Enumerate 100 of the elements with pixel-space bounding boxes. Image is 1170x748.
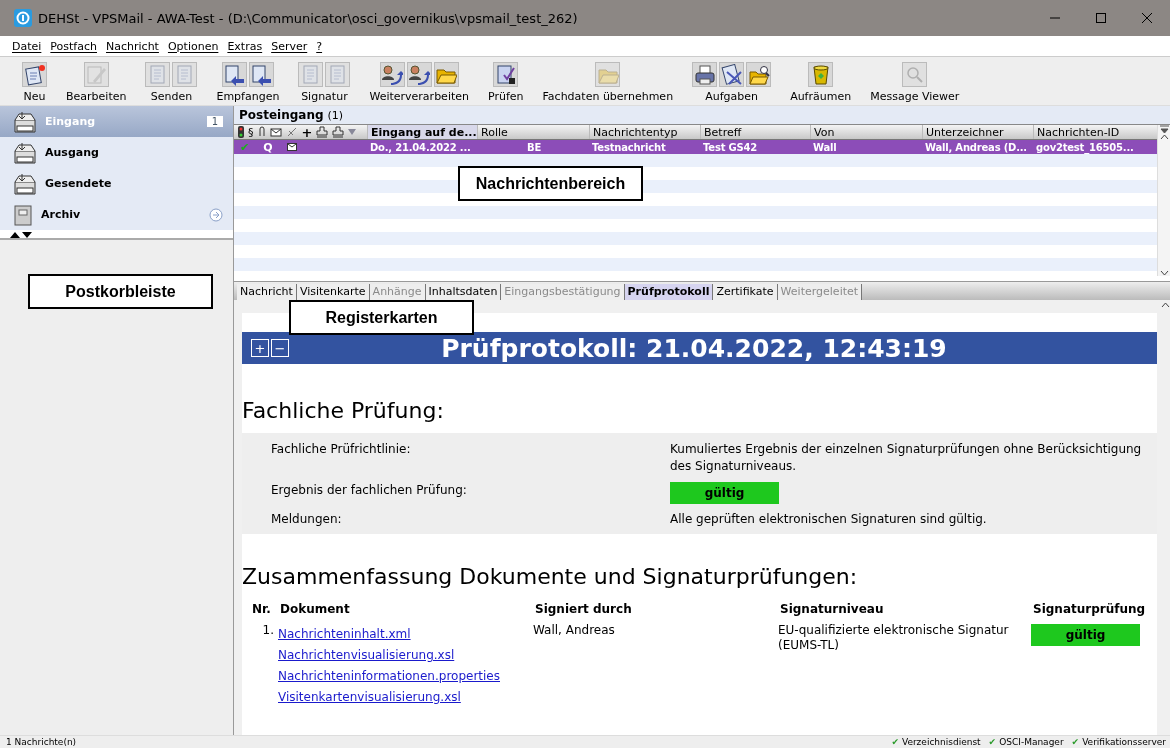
table-cell-text: gov2test_16505...	[1035, 140, 1135, 154]
mailbox-label: Ausgang	[45, 146, 99, 159]
printer-icon[interactable]	[693, 63, 716, 86]
toolbar-label: Aufgaben	[705, 90, 759, 103]
tab[interactable]: Inhaltsdaten	[425, 284, 502, 300]
scroll-down-icon[interactable]	[1159, 270, 1169, 276]
table-cell-text: Testnachricht	[591, 140, 667, 154]
new-document-icon[interactable]	[23, 63, 46, 86]
field-label: Ergebnis der fachlichen Prüfung:	[271, 482, 468, 499]
result-status: gültig	[1031, 624, 1140, 646]
column-header[interactable]: Rolle	[477, 125, 589, 139]
column-header[interactable]: Unterzeichner	[922, 125, 1033, 139]
tab[interactable]: Nachricht	[237, 284, 297, 300]
folder-magnifier-icon[interactable]	[747, 63, 770, 86]
column-label: +	[301, 124, 313, 140]
table-cell-text: BE	[526, 140, 543, 154]
document-cross-icon[interactable]	[720, 63, 743, 86]
mailbox-label: Eingang	[45, 115, 96, 128]
paperclip-icon	[257, 126, 266, 138]
document-arrow-icon[interactable]	[250, 63, 273, 86]
field-label: Fachliche Prüfrichtlinie:	[271, 441, 412, 458]
table-cell-text: Wall, Andreas (D...	[924, 140, 1028, 154]
service-status: OSCI-Manager	[999, 737, 1064, 747]
document-link[interactable]: Nachrichtenvisualisierung.xsl	[278, 645, 533, 666]
sort-arrow-icon[interactable]	[348, 129, 357, 135]
maximize-icon[interactable]	[1095, 12, 1107, 24]
person-arrow-icon[interactable]	[381, 63, 404, 86]
mailbox-label: Gesendete	[45, 177, 112, 190]
menu-item[interactable]: Server	[271, 39, 308, 53]
arrow-circle-icon[interactable]	[209, 207, 223, 222]
status-text: 1 Nachrichte(n)	[6, 737, 77, 747]
tab[interactable]: Prüfprotokoll	[624, 284, 714, 300]
tab[interactable]: Zertifikate	[713, 284, 778, 300]
column-header[interactable]: Betreff	[700, 125, 810, 139]
toolbar-label: Message Viewer	[870, 90, 960, 103]
document-link[interactable]: Nachrichteninformationen.properties	[278, 666, 533, 687]
document-arrow-icon[interactable]	[223, 63, 246, 86]
close-icon[interactable]	[1141, 12, 1153, 24]
menu-item[interactable]: Extras	[227, 39, 263, 53]
table-cell-text: EU-qualifizierte elektronische Signatur (EUMS-TL)	[778, 622, 1010, 654]
service-status: Verifikationsserver	[1082, 737, 1166, 747]
document-link[interactable]: Visitenkartenvisualisierung.xsl	[278, 687, 533, 708]
expand-button[interactable]: +	[251, 339, 269, 357]
column-header[interactable]: Eingang auf de...	[367, 125, 477, 139]
scroll-up-icon[interactable]	[1159, 134, 1169, 140]
stamp-icon	[316, 126, 329, 138]
scroll-up-icon[interactable]	[1160, 302, 1170, 308]
column-header[interactable]: Von	[810, 125, 922, 139]
mailbox-item[interactable]: Eingang 1	[0, 106, 233, 137]
toolbar-label: Bearbeiten	[66, 90, 127, 103]
column-header: Dokument	[279, 601, 351, 618]
toolbar-label: Fachdaten übernehmen	[542, 90, 674, 103]
column-header: Signiert durch	[534, 601, 633, 618]
column-header[interactable]: Nachrichtentyp	[589, 125, 700, 139]
field-value: Alle geprüften elektronischen Signaturen sind gültig.	[670, 511, 988, 528]
collapse-button[interactable]: −	[271, 339, 289, 357]
field-label: Meldungen:	[271, 511, 343, 528]
toolbar-label: Weiterverarbeiten	[369, 90, 469, 103]
status-check: ✔	[240, 140, 250, 154]
toolbar-label: Signatur	[301, 90, 348, 103]
mailbox-item[interactable]: Ausgang	[0, 137, 233, 168]
envelope-icon	[269, 127, 282, 137]
column-label: §	[248, 125, 254, 139]
inbox-title: Posteingang	[239, 108, 324, 122]
result-status: gültig	[670, 482, 779, 504]
callout-label: Postkorbleiste	[28, 274, 213, 309]
table-cell-text: Test GS42	[702, 140, 758, 154]
menu-item[interactable]: ?	[316, 39, 323, 53]
check-document-icon[interactable]	[494, 63, 517, 86]
cabinet-icon	[12, 203, 34, 226]
toolbar-label: Aufräumen	[790, 90, 852, 103]
menu-item[interactable]: Nachricht	[106, 39, 159, 53]
status-check: ✔	[988, 737, 997, 747]
column-header[interactable]: Nachrichten-ID	[1033, 125, 1155, 139]
menu-item[interactable]: Datei	[12, 39, 42, 53]
window-title: DEHSt - VPSMail - AWA-Test - (D:\Communicator\osci_governikus\vpsmail_test_262)	[38, 10, 578, 26]
menu-item[interactable]: Optionen	[167, 39, 219, 53]
row-number: 1.	[261, 622, 275, 639]
traffic-light-icon	[238, 126, 244, 138]
up-down-arrows-icon[interactable]	[10, 230, 32, 238]
column-header: Signaturniveau	[779, 601, 885, 618]
field-value: Kumuliertes Ergebnis der einzelnen Signaturprüfungen ohne Berücksichtigung des Signaturniveaus.	[670, 441, 1143, 475]
mailbox-label: Archiv	[41, 208, 81, 221]
column-header: Nr.	[251, 601, 272, 618]
mailbox-item[interactable]: Archiv	[0, 199, 233, 230]
message-row[interactable]: ✔ Q Do., 21.04.2022 ... BE Testnachricht Test GS42 Wall Wall, Andreas (D... gov2test_16505...	[234, 140, 1157, 154]
envelope-icon	[286, 143, 297, 151]
toolbar-label: Neu	[23, 90, 46, 103]
toolbar-label: Senden	[150, 90, 193, 103]
tab[interactable]: Visitenkarte	[296, 284, 370, 300]
person-arrow-icon[interactable]	[408, 63, 431, 86]
status-check: ✔	[1071, 737, 1080, 747]
mailbox-item[interactable]: Gesendete	[0, 168, 233, 199]
document-link[interactable]: Nachrichteninhalt.xml	[278, 624, 533, 645]
callout-label: Registerkarten	[289, 300, 474, 335]
table-cell-text: Wall	[812, 140, 838, 154]
filter-icon[interactable]	[1159, 125, 1169, 134]
toolbar-label: Empfangen	[216, 90, 280, 103]
report-title: Prüfprotokoll: 21.04.2022, 12:43:19	[440, 333, 948, 363]
menu-item[interactable]: Postfach	[50, 39, 97, 53]
